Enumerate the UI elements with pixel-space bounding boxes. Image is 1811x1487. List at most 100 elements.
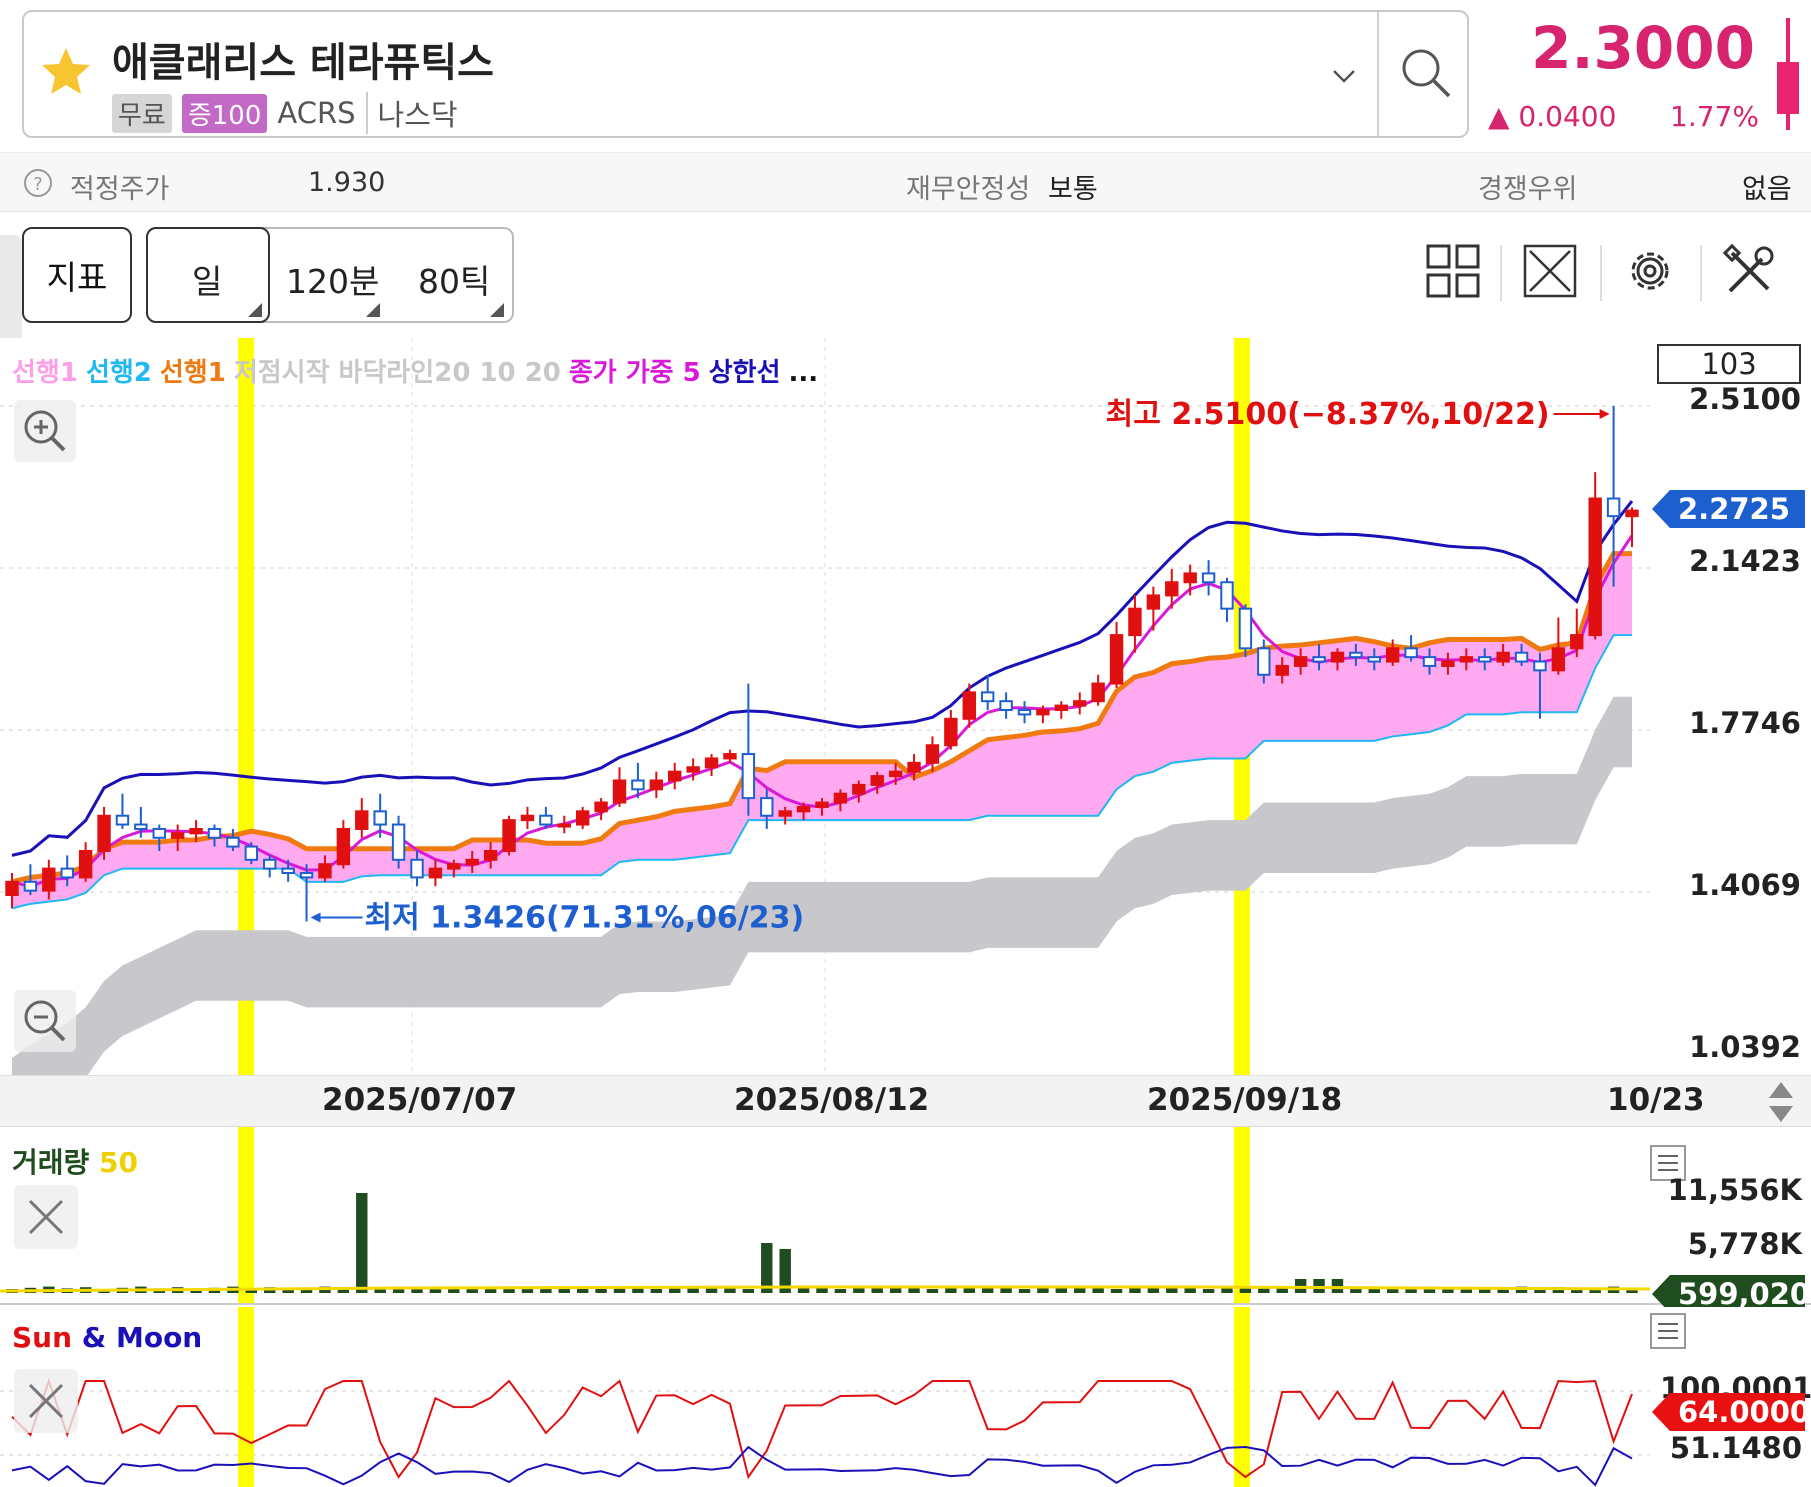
zoom-out-button[interactable] [14, 990, 76, 1052]
price-chart[interactable]: 최고 2.5100(−8.37%,10/22) 최저 1.3426(71.31%,… [0, 338, 1811, 1075]
volume-bar [1037, 1287, 1049, 1293]
candle-body [336, 827, 351, 866]
volume-bar [558, 1289, 570, 1293]
candle-body [1441, 660, 1455, 667]
candle-body [428, 867, 443, 879]
candle-body [888, 770, 903, 778]
legend-item[interactable]: 선행2 [86, 358, 152, 388]
candle-body [483, 849, 498, 861]
candle-body [704, 757, 719, 769]
grid-layout-icon[interactable] [1425, 243, 1481, 299]
candle-body [612, 779, 627, 804]
toolbar-divider [1700, 245, 1702, 301]
period-120min-tab[interactable]: 120분 [286, 255, 379, 303]
candle-body [1054, 704, 1069, 711]
sun-line [11, 1377, 1633, 1480]
free-badge: 무료 [112, 93, 172, 133]
moon-label: Moon [115, 1321, 203, 1354]
candle-body [410, 858, 424, 879]
help-icon[interactable]: ? [22, 167, 54, 199]
candle-body [557, 823, 571, 828]
volume-bar [981, 1288, 994, 1293]
indicator-button[interactable]: 지표 [22, 227, 132, 323]
stock-name: 애클래리스 테라퓨틱스 [112, 40, 494, 86]
volume-bar [705, 1288, 718, 1293]
volume-chart-canvas [0, 1127, 1650, 1303]
candle-body [1109, 634, 1124, 685]
legend-item[interactable]: 종가 가중 5 [569, 358, 701, 388]
search-icon [1402, 49, 1451, 98]
sun-moon-grid [0, 1307, 1650, 1487]
expand-icon[interactable] [1522, 243, 1578, 299]
legend-item[interactable]: 선행1 [160, 358, 226, 388]
close-sun-moon-button[interactable] [14, 1369, 78, 1433]
search-button[interactable] [1377, 12, 1469, 136]
mini-candle-icon [1777, 18, 1799, 130]
legend-item[interactable]: 선행1 [12, 358, 78, 388]
legend-item[interactable]: 상한선 [709, 358, 781, 388]
volume-bar [1110, 1289, 1123, 1293]
close-volume-button[interactable] [14, 1185, 78, 1249]
candle-body [1606, 497, 1621, 518]
volume-bar [1202, 1289, 1215, 1293]
price-change-pct: 1.77% [1670, 100, 1759, 133]
period-80tick-tab[interactable]: 80틱 [418, 255, 490, 303]
candle-body [668, 770, 682, 782]
y-axis-label: 1.0392 [1689, 1030, 1801, 1064]
x-axis-label: 2025/07/07 [322, 1082, 518, 1118]
candle-body [1201, 572, 1216, 584]
low-arrow-head [310, 912, 321, 923]
candle-body [189, 827, 203, 835]
zoom-in-icon [24, 410, 66, 452]
legend-item[interactable]: 저점시작 바닥라인20 10 20 [234, 358, 561, 388]
x-axis-label: 2025/08/12 [734, 1082, 930, 1118]
volume-bar [1386, 1289, 1399, 1293]
volume-bar [926, 1289, 939, 1293]
candle-body [115, 814, 130, 826]
volume-bar [761, 1243, 773, 1293]
candle-body [1275, 664, 1289, 676]
tools-icon[interactable] [1722, 243, 1778, 299]
volume-bar [613, 1288, 626, 1293]
candle-body [741, 753, 756, 800]
candle-body [1404, 647, 1418, 659]
gear-icon[interactable] [1622, 243, 1678, 299]
candle-body [134, 823, 148, 830]
candle-count-box[interactable]: 103 [1657, 344, 1801, 384]
highlight-band [1234, 1127, 1250, 1303]
zoom-in-button[interactable] [14, 400, 76, 462]
amp-label: & [81, 1321, 107, 1354]
sun-label: Sun [12, 1321, 73, 1354]
sun-moon-panel[interactable]: Sun & Moon 100.0001 51.1480 [0, 1307, 1811, 1487]
candle-body [281, 867, 295, 875]
legend-item[interactable]: ... [789, 358, 819, 388]
candle-body [575, 810, 590, 826]
candle-body [1238, 607, 1253, 650]
indicator-legend[interactable]: 선행1 선행2 선행1 저점시작 바닥라인20 10 20 종가 가중 5 상한선... [12, 352, 826, 389]
favorite-star-icon[interactable] [36, 42, 96, 102]
candle-body [1312, 656, 1326, 663]
candle-body [1478, 656, 1492, 663]
volume-panel[interactable]: 거래량 50 11,556K 5,778K [0, 1127, 1811, 1305]
volume-y-label: 11,556K [1667, 1173, 1802, 1207]
candle-body [1183, 572, 1197, 584]
candle-body [1128, 607, 1142, 637]
current-price-tag: 2.2725 [1652, 490, 1805, 528]
price-change: ▲ 0.0400 [1488, 100, 1617, 133]
volume-title-param: 50 [99, 1146, 138, 1179]
candle-body [1367, 656, 1381, 663]
sun-moon-menu-button[interactable] [1650, 1313, 1686, 1349]
candle-body [1073, 700, 1087, 707]
x-axis-label: 10/23 [1607, 1082, 1705, 1118]
chevron-down-icon[interactable] [1324, 56, 1364, 96]
axis-scroll-icon[interactable] [1766, 1080, 1796, 1124]
candle-body [207, 827, 222, 839]
stock-header[interactable]: 애클래리스 테라퓨틱스 무료 증100 ACRS 나스닥 [22, 10, 1469, 138]
candle-body [447, 863, 461, 870]
date-axis[interactable]: 2025/07/07 2025/08/12 2025/09/18 10/23 [0, 1075, 1811, 1127]
y-axis-label: 1.7746 [1689, 706, 1801, 740]
candle-body [1422, 656, 1437, 667]
volume-bar [797, 1288, 810, 1293]
volume-title-text: 거래량 [12, 1146, 90, 1179]
fair-price-value: 1.930 [308, 167, 386, 198]
